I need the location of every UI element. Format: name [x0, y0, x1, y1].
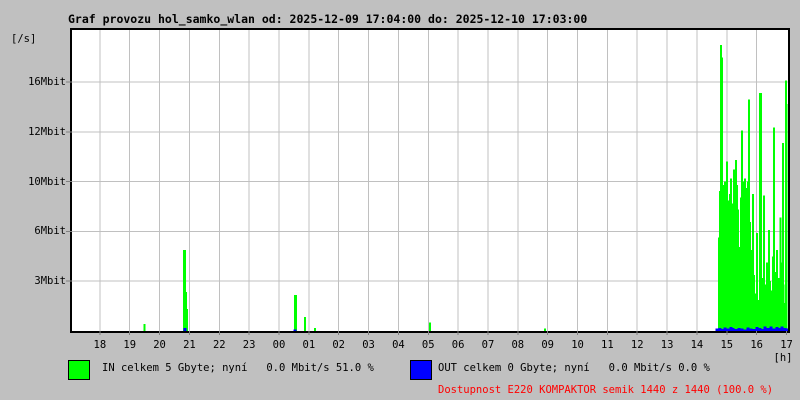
x-tick-label: 09 — [541, 339, 554, 351]
x-axis-unit-label: [h] — [773, 352, 793, 364]
x-tick-label: 10 — [571, 339, 584, 351]
y-tick-label: 10Mbit — [28, 175, 66, 188]
plot-area — [66, 28, 790, 335]
x-tick-label: 14 — [690, 339, 704, 351]
x-tick-label: 15 — [720, 339, 734, 351]
x-tick-label: 21 — [183, 339, 196, 351]
x-tick-label: 22 — [212, 339, 226, 351]
x-tick-label: 20 — [153, 339, 166, 351]
legend-in-swatch — [68, 360, 90, 380]
x-tick-label: 18 — [93, 339, 107, 351]
y-tick-label: 16Mbit — [28, 76, 66, 89]
x-tick-label: 11 — [601, 339, 614, 351]
legend-in-label: IN celkem 5 Gbyte; nyní 0.0 Mbit/s 51.0 … — [102, 362, 374, 374]
x-tick-label: 00 — [272, 339, 286, 351]
x-tick-label: 02 — [332, 339, 346, 351]
y-tick-label: 3Mbit — [34, 275, 66, 288]
x-tick-label: 19 — [123, 339, 137, 351]
traffic-chart — [66, 30, 789, 335]
x-tick-label: 04 — [392, 339, 405, 351]
x-tick-label: 13 — [660, 339, 674, 351]
x-tick-label: 08 — [511, 339, 525, 351]
mrtg-traffic-page: Graf provozu hol_samko_wlan od: 2025-12-… — [0, 0, 800, 400]
y-tick-label: 6Mbit — [34, 225, 66, 238]
x-tick-label: 16 — [750, 339, 763, 351]
y-tick-label: 12Mbit — [28, 125, 66, 138]
x-tick-label: 07 — [481, 339, 495, 351]
availability-text: Dostupnost E220 KOMPAKTOR semik 1440 z 1… — [438, 384, 774, 396]
x-tick-label: 12 — [630, 339, 644, 351]
x-tick-label: 01 — [302, 339, 316, 351]
page-title: Graf provozu hol_samko_wlan od: 2025-12-… — [68, 12, 588, 26]
x-tick-label: 06 — [451, 339, 465, 351]
x-tick-label: 23 — [242, 339, 256, 351]
x-tick-label: 17 — [780, 339, 793, 351]
legend-out-swatch — [410, 360, 432, 380]
x-tick-label: 03 — [362, 339, 375, 351]
x-tick-label: 05 — [421, 339, 435, 351]
y-axis-unit-label: [/s] — [11, 33, 37, 45]
legend-out-label: OUT celkem 0 Gbyte; nyní 0.0 Mbit/s 0.0 … — [438, 362, 710, 374]
